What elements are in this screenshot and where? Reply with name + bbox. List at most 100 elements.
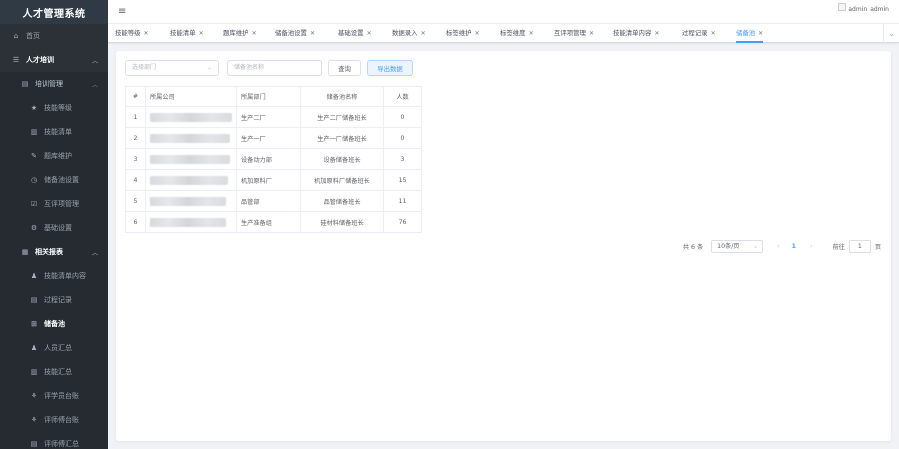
sidebar-item-pool-settings[interactable]: ◷ 储备池设置 xyxy=(0,168,108,192)
table-row[interactable]: 2 生产一厂 生产一厂储备班长 0 xyxy=(125,127,422,149)
close-icon[interactable]: ✕ xyxy=(589,30,594,37)
goto-label: 前往 xyxy=(832,243,845,251)
star-icon: ★ xyxy=(30,104,38,112)
sidebar-item-personnel-summary[interactable]: ♟ 人员汇总 xyxy=(0,336,108,360)
sidebar-item-label: 评师傅台账 xyxy=(44,416,79,424)
sidebar-subgroup-reports[interactable]: ▦ 相关报表 ︿ xyxy=(0,240,108,264)
count-link[interactable]: 76 xyxy=(383,211,422,233)
redacted-text xyxy=(150,154,230,164)
table-row[interactable]: 3 设备动力部 设备储备班长 3 xyxy=(125,148,422,170)
sidebar-group-training[interactable]: ☰ 人才培训 ︿ xyxy=(0,48,108,72)
close-icon[interactable]: ✕ xyxy=(252,30,257,37)
company-cell-redacted xyxy=(145,169,237,191)
document-icon: ▤ xyxy=(21,80,29,88)
search-button[interactable]: 查询 xyxy=(328,60,361,76)
avatar[interactable] xyxy=(838,3,847,11)
tag-label-dimension[interactable]: 标签维度 ✕ xyxy=(500,27,534,40)
sidebar-item-label: 人员汇总 xyxy=(44,344,72,352)
row-index: 4 xyxy=(125,169,146,191)
table-row[interactable]: 1 生产二厂 生产二厂储备班长 0 xyxy=(125,106,422,128)
tag-question-bank[interactable]: 题库维护 ✕ xyxy=(223,27,257,40)
tag-process-record[interactable]: 过程记录 ✕ xyxy=(682,27,716,40)
column-header: 储备池名称 xyxy=(300,86,384,107)
count-link[interactable]: 3 xyxy=(383,148,422,170)
close-icon[interactable]: ✕ xyxy=(199,30,204,37)
tag-skill-list-content[interactable]: 技能清单内容 ✕ xyxy=(613,27,659,40)
department-select[interactable]: 选择部门 ⌄ xyxy=(125,60,219,76)
sidebar-item-home[interactable]: ⌂ 首页 xyxy=(0,24,108,48)
hamburger-icon[interactable]: ≡ xyxy=(118,6,126,17)
export-button[interactable]: 导出数据 xyxy=(367,60,413,76)
top-navbar: ≡ admin admin xyxy=(108,0,899,24)
close-icon[interactable]: ✕ xyxy=(529,30,534,37)
tag-pool-settings[interactable]: 储备池设置 ✕ xyxy=(275,27,315,40)
sidebar-item-process-record[interactable]: ▤ 过程记录 xyxy=(0,288,108,312)
tag-data-entry[interactable]: 数据录入 ✕ xyxy=(392,27,426,40)
table-row[interactable]: 4 机加原料厂 机加原料厂储备班长 15 xyxy=(125,169,422,191)
sidebar-item-label: 基础设置 xyxy=(44,224,72,232)
tag-label: 数据录入 xyxy=(392,29,418,37)
person-icon: ♟ xyxy=(30,272,38,280)
sidebar-item-skill-list[interactable]: ▥ 技能清单 xyxy=(0,120,108,144)
close-icon[interactable]: ✕ xyxy=(475,30,480,37)
username[interactable]: admin xyxy=(870,6,889,14)
sidebar-item-skill-summary[interactable]: ▥ 技能汇总 xyxy=(0,360,108,384)
count-link[interactable]: 11 xyxy=(383,190,422,212)
sidebar-subgroup-training-mgmt[interactable]: ▤ 培训管理 ︿ xyxy=(0,72,108,96)
close-icon[interactable]: ✕ xyxy=(310,30,315,37)
chevron-up-icon: ︿ xyxy=(91,57,98,65)
close-icon[interactable]: ✕ xyxy=(758,30,763,37)
page-suffix: 页 xyxy=(874,243,881,251)
sidebar-item-basic-settings[interactable]: ⚙ 基础设置 xyxy=(0,216,108,240)
sidebar-item-mentor-summary[interactable]: ▤ 评师傅汇总 xyxy=(0,432,108,449)
redacted-text xyxy=(150,217,226,227)
tree-icon: ⚘ xyxy=(30,416,38,424)
prev-page-icon[interactable]: ‹ xyxy=(777,243,779,250)
tag-basic-settings[interactable]: 基础设置 ✕ xyxy=(338,27,372,40)
pool-name-cell: 生产一厂储备班长 xyxy=(300,127,384,149)
tag-label-maintenance[interactable]: 标签维护 ✕ xyxy=(446,27,480,40)
user-menu[interactable]: admin admin xyxy=(838,3,889,14)
sidebar-item-reserve-pool[interactable]: ⊞ 储备池 xyxy=(0,312,108,336)
sidebar-item-label: 储备池 xyxy=(44,320,65,328)
tag-skill-level[interactable]: 技能等级 ✕ xyxy=(115,27,149,40)
sidebar-item-label: 评学员台账 xyxy=(44,392,79,400)
page-number-current[interactable]: 1 xyxy=(792,243,796,250)
close-icon[interactable]: ✕ xyxy=(711,30,716,37)
sidebar-item-trainee-ledger[interactable]: ⚘ 评学员台账 xyxy=(0,384,108,408)
department-cell: 设备动力部 xyxy=(236,148,301,170)
chevron-down-icon: ⌄ xyxy=(753,242,759,250)
tag-label: 标签维度 xyxy=(500,29,526,37)
sidebar-item-label: 技能汇总 xyxy=(44,368,72,376)
sidebar-item-peer-review[interactable]: ☑ 互评项管理 xyxy=(0,192,108,216)
sidebar-item-question-bank[interactable]: ✎ 题库维护 xyxy=(0,144,108,168)
goto-page-input[interactable]: 1 xyxy=(848,239,871,253)
chevron-down-icon: ⌄ xyxy=(206,64,212,71)
pool-name-input[interactable]: 储备池名称 xyxy=(227,60,322,76)
pool-name-cell: 机加原料厂储备班长 xyxy=(300,169,384,191)
close-icon[interactable]: ✕ xyxy=(367,30,372,37)
count-link[interactable]: 15 xyxy=(383,169,422,191)
close-icon[interactable]: ✕ xyxy=(421,30,426,37)
table-row[interactable]: 5 品管部 品管储备班长 11 xyxy=(125,190,422,212)
close-icon[interactable]: ✕ xyxy=(144,30,149,37)
sidebar-item-skill-list-content[interactable]: ♟ 技能清单内容 xyxy=(0,264,108,288)
tag-reserve-pool[interactable]: 储备池 ✕ xyxy=(736,27,764,43)
tags-dropdown-icon[interactable]: ⌄ xyxy=(883,24,899,43)
sidebar-item-label: 技能等级 xyxy=(44,104,72,112)
sidebar-item-skill-level[interactable]: ★ 技能等级 xyxy=(0,96,108,120)
company-cell-redacted xyxy=(145,190,237,212)
tag-peer-review[interactable]: 互评项管理 ✕ xyxy=(554,27,594,40)
sidebar-item-mentor-ledger[interactable]: ⚘ 评师傅台账 xyxy=(0,408,108,432)
close-icon[interactable]: ✕ xyxy=(654,30,659,37)
tag-label: 互评项管理 xyxy=(554,29,586,37)
department-cell: 生产准备组 xyxy=(236,211,301,233)
pagination-total: 共 6 条 xyxy=(682,243,704,251)
next-page-icon[interactable]: › xyxy=(810,243,812,250)
tag-skill-list[interactable]: 技能清单 ✕ xyxy=(170,27,204,40)
column-header: 所属公司 xyxy=(145,86,237,107)
document-icon: ▤ xyxy=(30,440,38,448)
company-cell-redacted xyxy=(145,148,237,170)
page-size-select[interactable]: 10条/页 ⌄ xyxy=(711,239,764,253)
table-row[interactable]: 6 生产准备组 硅材料储备班长 76 xyxy=(125,211,422,233)
